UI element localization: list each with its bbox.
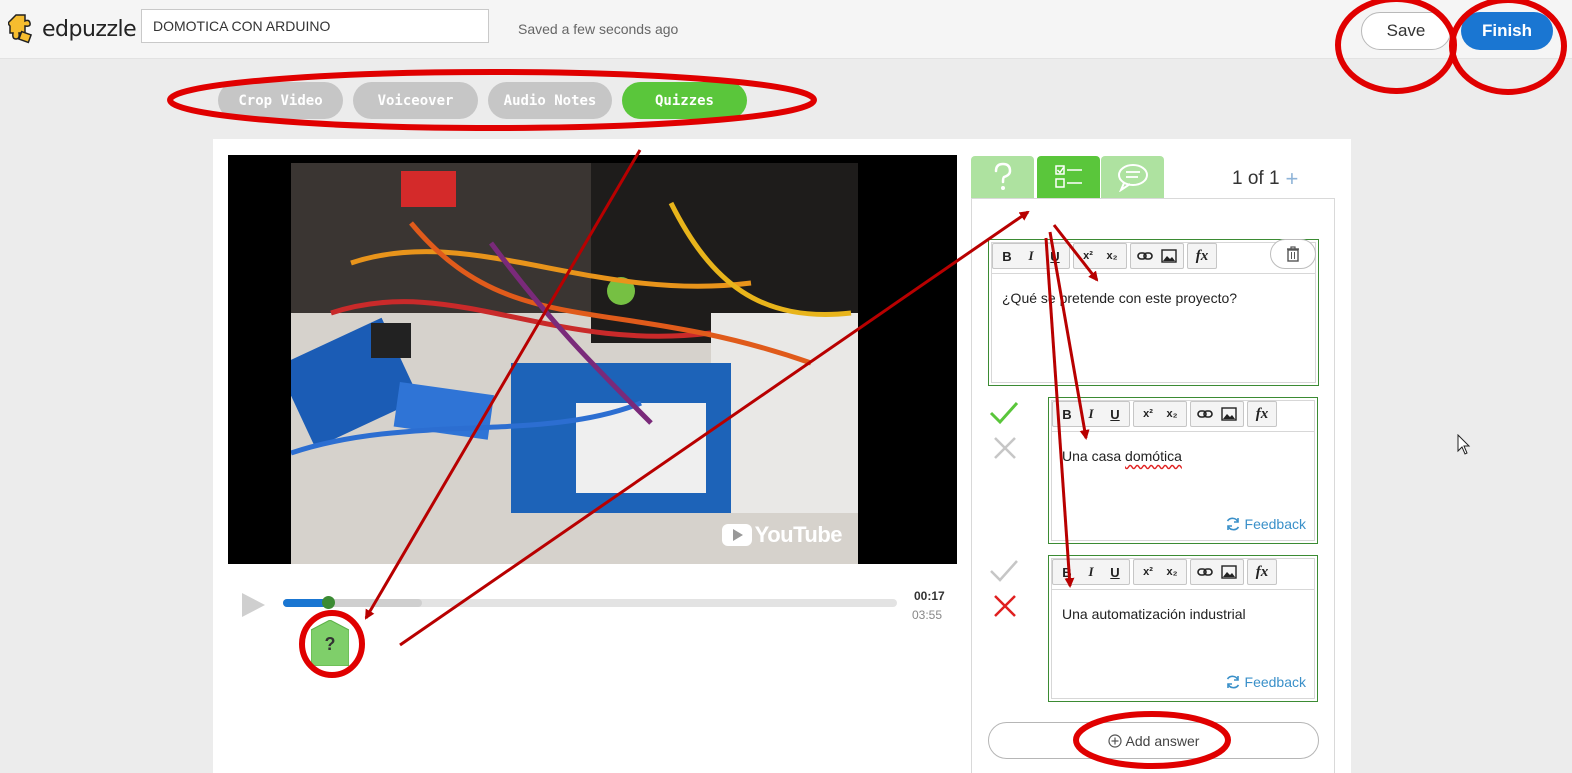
youtube-watermark-text: YouTube [754,522,843,547]
finish-button[interactable]: Finish [1461,12,1553,50]
feedback-button[interactable]: Feedback [1225,674,1306,690]
current-time: 00:17 [914,589,945,603]
underline-button[interactable]: U [1104,561,1126,583]
checklist-icon [1054,165,1082,188]
incorrect-x-icon[interactable] [991,592,1021,622]
question-toolbar: B I U x² x₂ fx [992,243,1217,271]
answer-toolbar: B I U x² x₂ fx [1052,401,1277,429]
superscript-button[interactable]: x² [1137,561,1159,583]
speech-bubble-icon [1117,164,1148,192]
answer-editor-1[interactable]: B I U x² x₂ fx Una casa domótica Feedbac… [1048,397,1318,544]
tab-multiple-choice[interactable] [1037,156,1100,198]
video-player[interactable]: YouTube [228,155,957,564]
refresh-icon [1226,675,1239,689]
feedback-label: Feedback [1244,516,1306,532]
link-icon[interactable] [1194,561,1216,583]
question-marker[interactable]: ? [310,619,350,667]
question-mark-icon [994,162,1011,190]
video-still-image [291,163,858,564]
formula-group: fx [1247,559,1277,585]
tab-quizzes[interactable]: Quizzes [622,82,747,119]
insert-group [1130,243,1184,269]
feedback-label: Feedback [1244,674,1306,690]
image-icon[interactable] [1158,245,1180,267]
refresh-icon [1226,517,1239,531]
formula-button[interactable]: fx [1251,561,1273,583]
script-group: x² x₂ [1133,401,1187,427]
tab-open-question[interactable] [971,156,1034,198]
question-text: ¿Qué se pretende con este proyecto? [1002,290,1238,306]
format-group: B I U [992,243,1070,269]
question-marker-label: ? [324,634,336,654]
subscript-button[interactable]: x₂ [1161,403,1183,425]
save-status: Saved a few seconds ago [518,21,679,37]
play-icon[interactable] [242,593,265,617]
tab-voiceover[interactable]: Voiceover [353,82,478,119]
youtube-watermark: YouTube [721,522,843,548]
bold-button[interactable]: B [996,245,1018,267]
mouse-cursor-icon [1457,434,1471,455]
brand-name: edpuzzle [42,16,137,42]
title-input[interactable] [141,9,489,43]
answer-text-plain: Una casa [1062,448,1126,464]
link-icon[interactable] [1134,245,1156,267]
formula-button[interactable]: fx [1251,403,1273,425]
question-counter: 1 of 1 + [1232,166,1298,192]
insert-group [1190,559,1244,585]
add-answer-button[interactable]: Add answer [988,722,1319,759]
puzzle-logo-icon [8,14,33,44]
plus-circle-icon [1107,733,1122,748]
answer-text: Una casa domótica [1062,448,1182,464]
answer-text-area[interactable]: Una automatización industrial Feedback [1052,589,1314,698]
top-bar: edpuzzle Saved a few seconds ago Save Fi… [0,0,1572,59]
add-answer-label: Add answer [1125,732,1200,749]
superscript-button[interactable]: x² [1077,245,1099,267]
answer-toolbar: B I U x² x₂ fx [1052,559,1277,587]
answer-editor-2[interactable]: B I U x² x₂ fx Una automatización indust… [1048,555,1318,702]
formula-group: fx [1247,401,1277,427]
correct-check-icon[interactable] [989,556,1019,586]
question-text-area[interactable]: ¿Qué se pretende con este proyecto? [992,273,1315,382]
italic-button[interactable]: I [1080,561,1102,583]
tab-note[interactable] [1101,156,1164,198]
video-frame: YouTube [291,163,858,564]
edpuzzle-logo[interactable]: edpuzzle [8,12,137,46]
insert-group [1190,401,1244,427]
format-group: B I U [1052,559,1130,585]
answer-text-area[interactable]: Una casa domótica Feedback [1052,431,1314,540]
script-group: x² x₂ [1073,243,1127,269]
save-button[interactable]: Save [1361,12,1451,50]
image-icon[interactable] [1218,561,1240,583]
timeline-track[interactable] [283,599,897,607]
total-time: 03:55 [912,608,943,622]
italic-button[interactable]: I [1080,403,1102,425]
format-group: B I U [1052,401,1130,427]
underline-button[interactable]: U [1044,245,1066,267]
tab-crop-video[interactable]: Crop Video [218,82,343,119]
image-icon[interactable] [1218,403,1240,425]
add-question-icon[interactable]: + [1286,166,1299,192]
answer-text: Una automatización industrial [1062,606,1246,622]
tab-audio-notes[interactable]: Audio Notes [488,82,612,119]
script-group: x² x₂ [1133,559,1187,585]
feedback-button[interactable]: Feedback [1225,516,1306,532]
trash-icon [1287,246,1299,262]
underline-button[interactable]: U [1104,403,1126,425]
link-icon[interactable] [1194,403,1216,425]
bold-button[interactable]: B [1056,561,1078,583]
subscript-button[interactable]: x₂ [1101,245,1123,267]
delete-question-button[interactable] [1270,239,1316,269]
italic-button[interactable]: I [1020,245,1042,267]
youtube-play-icon [721,524,752,546]
subscript-button[interactable]: x₂ [1161,561,1183,583]
question-counter-text: 1 of 1 [1232,168,1280,189]
incorrect-x-icon[interactable] [991,434,1021,464]
question-editor[interactable]: B I U x² x₂ fx ¿Qué se pretende con este… [988,239,1319,386]
formula-button[interactable]: fx [1191,245,1213,267]
answer-text-misspelled: domótica [1125,448,1182,464]
formula-group: fx [1187,243,1217,269]
bold-button[interactable]: B [1056,403,1078,425]
correct-check-icon[interactable] [989,398,1019,428]
superscript-button[interactable]: x² [1137,403,1159,425]
